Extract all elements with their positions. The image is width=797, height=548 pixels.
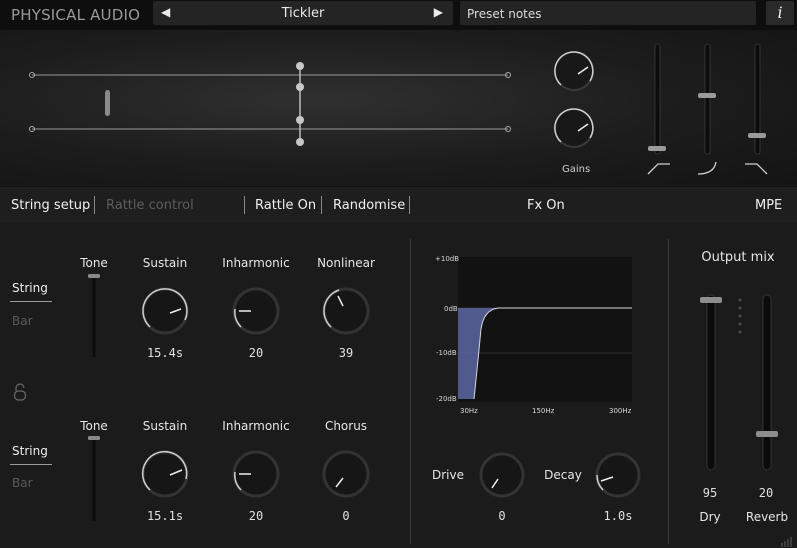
tab-divider [244,196,245,214]
low-shelf-slider[interactable] [648,43,666,155]
rattle-point-2[interactable] [296,83,304,91]
tab-divider [409,196,410,214]
level-meter [738,298,742,334]
info-button[interactable]: i [766,1,794,25]
dry-fader[interactable] [700,294,722,471]
preset-name[interactable]: Tickler [153,6,453,21]
voice2-chorus-knob[interactable] [322,450,370,498]
drive-label: Drive [432,468,464,482]
drive-knob[interactable] [479,452,525,498]
eq-y-label-0: 0dB [444,305,458,313]
pluck-position-handle[interactable] [105,90,110,116]
lowpass-shape-icon [745,163,768,175]
decay-value: 1.0s [603,509,633,523]
gains-label: Gains [562,164,591,175]
output-mix-title: Output mix [701,250,775,265]
tab-string-setup[interactable]: String setup [11,198,90,213]
preset-selector[interactable]: ◀ Tickler ▶ [153,1,453,25]
fx-on-toggle[interactable]: Fx On [527,198,565,213]
mpe-toggle[interactable]: MPE [755,198,782,213]
brand-logo: PHYSICAL AUDIO [11,6,141,24]
reverb-fader[interactable] [756,294,778,471]
curve-shape-icon [697,161,717,175]
reverb-value: 20 [758,486,774,500]
decay-knob[interactable] [595,452,641,498]
rattle-on-toggle[interactable]: Rattle On [255,198,316,213]
rattle-point-3[interactable] [296,116,304,124]
eq-x-label-150hz: 150Hz [532,407,555,415]
eq-x-label-30hz: 30Hz [460,407,478,415]
mid-slider[interactable] [698,43,716,155]
voice1-tone-slider[interactable] [88,274,100,357]
rattle-point-1[interactable] [296,62,304,70]
rattle-point-4[interactable] [296,138,304,146]
output-faders [700,294,778,471]
voice1-sustain-knob[interactable] [141,287,189,335]
voice-controls-graphics [88,274,370,521]
next-preset-arrow-icon[interactable]: ▶ [434,5,443,19]
main-panel: String Bar Tone Sustain Inharmonic Nonli… [0,223,797,548]
tab-rattle-control[interactable]: Rattle control [106,198,194,213]
eq-y-label-minus10: -10dB [436,349,457,357]
fx-divider [410,239,411,544]
dry-label: Dry [699,510,721,524]
randomise-button[interactable]: Randomise [333,198,405,213]
top-bar: PHYSICAL AUDIO ◀ Tickler ▶ Preset notes … [0,0,797,30]
tab-divider [321,196,322,214]
tab-divider [94,196,95,214]
voice2-tone-slider[interactable] [88,436,100,521]
eq-x-label-300hz: 300Hz [609,407,632,415]
control-tab-bar: String setup Rattle control Rattle On Ra… [0,186,797,224]
voice1-inharmonic-knob[interactable] [232,287,280,335]
gain-knob-lower[interactable] [554,108,594,148]
resize-grip-icon[interactable] [780,535,794,547]
drive-value: 0 [498,509,506,523]
eq-plot-background [458,257,632,402]
eq-curve-display[interactable] [424,249,664,419]
dry-value: 95 [702,486,718,500]
preset-notes-field[interactable]: Preset notes [460,1,756,25]
preset-notes-label: Preset notes [467,7,542,21]
eq-y-label-minus20: -20dB [436,395,457,403]
voice2-inharmonic-knob[interactable] [232,450,280,498]
voice2-sustain-knob[interactable] [141,450,189,498]
highpass-shape-icon [647,163,670,175]
string-visualizer: Gains [0,30,797,185]
eq-y-label-plus10: +10dB [435,255,460,263]
high-shelf-slider[interactable] [748,43,766,155]
string-diagram [29,43,768,175]
voice1-nonlinear-knob[interactable] [322,287,370,335]
reverb-label: Reverb [745,510,789,524]
gain-knob-upper[interactable] [554,51,594,91]
